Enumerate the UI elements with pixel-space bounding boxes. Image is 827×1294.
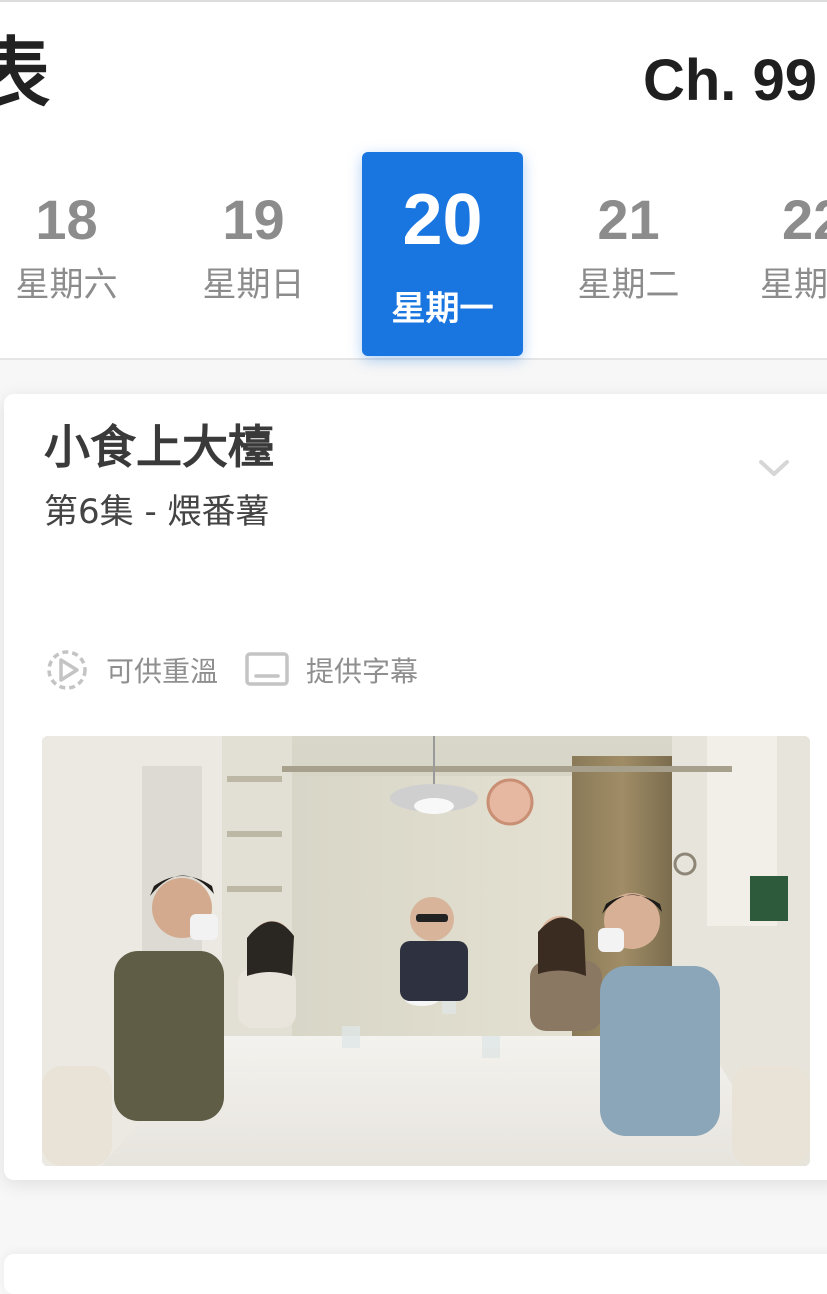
top-divider bbox=[0, 0, 827, 2]
program-card[interactable]: 小食上大檯 第6集 - 煨番薯 可供重溫 提供字幕 bbox=[4, 394, 827, 1180]
date-tab-19[interactable]: 19 星期日 bbox=[173, 152, 334, 356]
date-tab-21[interactable]: 21 星期二 bbox=[548, 152, 709, 356]
subtitle-label: 提供字幕 bbox=[306, 655, 419, 688]
channel-label: Ch. 99 bbox=[642, 48, 817, 113]
replay-available: 可供重溫 bbox=[44, 648, 218, 692]
date-tab-day: 18 bbox=[35, 188, 98, 251]
date-tab-weekday: 星期二 bbox=[577, 265, 680, 305]
date-tab-day: 21 bbox=[597, 188, 660, 251]
program-thumbnail[interactable] bbox=[42, 736, 810, 1166]
subtitle-available: 提供字幕 bbox=[244, 648, 418, 692]
date-tab-day: 20 bbox=[402, 180, 483, 260]
date-tab-weekday: 星期日 bbox=[202, 265, 305, 305]
subtitle-icon bbox=[245, 652, 289, 686]
replay-label: 可供重溫 bbox=[106, 655, 219, 688]
date-tab-20-selected[interactable]: 20 星期一 bbox=[362, 152, 523, 356]
replay-icon bbox=[47, 650, 87, 690]
date-tab-day: 22 bbox=[782, 188, 827, 251]
date-tab-22[interactable]: 22 星期 bbox=[734, 152, 827, 356]
schedule-header: 表 Ch. 99 18 星期六 19 星期日 20 星期一 21 星期二 22 … bbox=[0, 0, 827, 360]
date-tab-day: 19 bbox=[222, 188, 285, 251]
date-tab-18[interactable]: 18 星期六 bbox=[0, 152, 147, 356]
date-tab-weekday: 星期一 bbox=[391, 289, 494, 329]
chevron-down-icon[interactable] bbox=[757, 456, 791, 480]
date-tab-weekday: 星期 bbox=[760, 265, 827, 305]
date-tab-weekday: 星期六 bbox=[15, 265, 118, 305]
page-title: 表 bbox=[0, 30, 51, 120]
program-title: 小食上大檯 bbox=[44, 420, 274, 474]
episode-title: 第6集 - 煨番薯 bbox=[44, 492, 270, 532]
next-program-card[interactable] bbox=[4, 1254, 827, 1294]
